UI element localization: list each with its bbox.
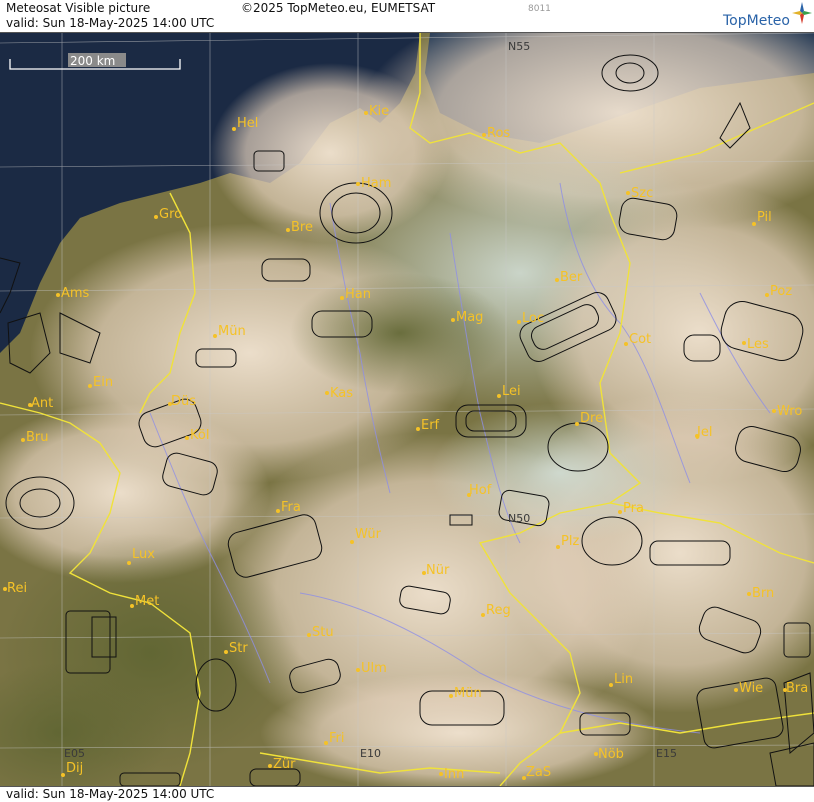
city-bra: Bra	[786, 681, 808, 696]
city-loc: Loc	[522, 311, 544, 326]
city-ulm: Ulm	[361, 661, 387, 676]
city-met: Met	[135, 594, 159, 609]
city-jel: Jel	[696, 425, 712, 440]
product-title: Meteosat Visible picture	[6, 1, 151, 15]
satellite-image: 200 km N55 N50 E05 E10 E15 Hel Kie Ros H…	[0, 33, 814, 786]
city-gro: Gro	[159, 207, 182, 222]
city-str: Str	[229, 641, 248, 656]
city-szc: Szc	[631, 186, 653, 201]
city-mun: Mün	[218, 324, 246, 339]
city-hel: Hel	[237, 116, 258, 131]
city-ein: Ein	[93, 375, 113, 390]
grid-label-e15: E15	[656, 747, 677, 760]
city-wur: Wür	[355, 527, 382, 542]
city-fri: Fri	[329, 731, 345, 746]
valid-time-footer: valid: Sun 18-May-2025 14:00 UTC	[6, 787, 215, 801]
satellite-map[interactable]: 200 km N55 N50 E05 E10 E15 Hel Kie Ros H…	[0, 33, 814, 786]
city-inn: Inn	[444, 767, 464, 782]
city-cot: Cot	[629, 332, 651, 347]
city-nur: Nür	[426, 563, 450, 578]
city-zas: ZaS	[526, 765, 551, 780]
city-brn: Brn	[752, 586, 774, 601]
valid-time-header: valid: Sun 18-May-2025 14:00 UTC	[6, 16, 215, 30]
city-lux: Lux	[132, 547, 155, 562]
city-ber: Ber	[560, 270, 583, 285]
city-han: Han	[345, 287, 371, 302]
city-les: Les	[747, 337, 769, 352]
grid-label-n50: N50	[508, 512, 530, 525]
grid-label-e10: E10	[360, 747, 381, 760]
city-wro: Wro	[777, 404, 802, 419]
city-wie: Wie	[739, 681, 763, 696]
city-ros: Ros	[487, 126, 510, 141]
city-nob: Nöb	[598, 747, 624, 762]
compass-star-icon	[792, 2, 812, 24]
city-ham: Ham	[361, 176, 391, 191]
city-lin: Lin	[614, 672, 633, 687]
topmeteo-logo[interactable]: TopMeteo	[723, 13, 790, 29]
city-dre: Dre	[580, 411, 603, 426]
city-stu: Stu	[312, 625, 334, 640]
city-zur: Zür	[273, 757, 296, 772]
city-rei: Rei	[7, 581, 27, 596]
city-lei: Lei	[502, 384, 521, 399]
footer-bar: valid: Sun 18-May-2025 14:00 UTC	[0, 786, 814, 802]
city-pil: Pil	[757, 210, 772, 225]
logo-text: TopMeteo	[723, 13, 790, 29]
grid-label-n55: N55	[508, 40, 530, 53]
city-dij: Dij	[66, 761, 83, 776]
city-ant: Ant	[31, 396, 53, 411]
city-kie: Kie	[369, 104, 389, 119]
city-mun2: Mün	[454, 686, 482, 701]
grid-label-e05: E05	[64, 747, 85, 760]
header-bar: Meteosat Visible picture ©2025 TopMeteo.…	[0, 0, 814, 33]
city-dus: Düs	[171, 394, 196, 409]
city-fra: Fra	[281, 500, 301, 515]
copyright-text: ©2025 TopMeteo.eu, EUMETSAT	[241, 1, 436, 15]
city-bre: Bre	[291, 220, 313, 235]
image-code: 8011	[528, 4, 551, 14]
city-pra: Pra	[623, 501, 644, 516]
city-poz: Poz	[770, 284, 792, 299]
city-bru: Bru	[26, 430, 49, 445]
city-kas: Kas	[330, 386, 353, 401]
scale-label: 200 km	[70, 54, 115, 68]
city-erf: Erf	[421, 418, 440, 433]
city-reg: Reg	[486, 603, 511, 618]
city-kol: Köl	[190, 428, 209, 443]
city-ams: Ams	[61, 286, 90, 301]
city-mag: Mag	[456, 310, 483, 325]
city-plz: Plz	[561, 534, 579, 549]
city-hof: Hof	[469, 483, 492, 498]
